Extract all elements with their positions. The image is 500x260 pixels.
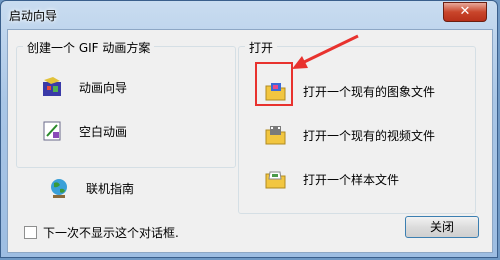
window-close-button[interactable]: ✕	[443, 2, 487, 22]
dialog-client-area: 创建一个 GIF 动画方案 动画向导 空白动画 联机指南 打开 打开一个现有的图…	[7, 29, 493, 253]
blank-animation-icon	[41, 120, 63, 142]
online-guide-item[interactable]: 联机指南	[48, 174, 134, 202]
animation-wizard-item[interactable]: 动画向导	[41, 73, 127, 101]
dont-show-again-label: 下一次不显示这个对话框.	[43, 226, 179, 240]
create-group-legend: 创建一个 GIF 动画方案	[23, 39, 155, 56]
open-video-label: 打开一个现有的视频文件	[303, 128, 436, 143]
sample-folder-icon	[265, 168, 287, 190]
dont-show-again-checkbox[interactable]: 下一次不显示这个对话框.	[24, 224, 179, 241]
video-folder-icon	[265, 124, 287, 146]
animation-wizard-icon	[41, 76, 63, 98]
checkbox-box[interactable]	[24, 226, 37, 239]
close-button[interactable]: 关闭	[405, 216, 479, 238]
blank-animation-item[interactable]: 空白动画	[41, 117, 127, 145]
title-bar[interactable]: 启动向导 ✕	[1, 1, 497, 29]
dialog-window: 启动向导 ✕ 创建一个 GIF 动画方案 动画向导 空白动画 联机指南 打开 打…	[0, 0, 498, 258]
create-animation-group: 创建一个 GIF 动画方案 动画向导 空白动画	[16, 39, 236, 168]
globe-icon	[48, 177, 70, 199]
open-sample-label: 打开一个样本文件	[303, 172, 400, 187]
window-title: 启动向导	[9, 9, 58, 23]
open-video-item[interactable]: 打开一个现有的视频文件	[265, 121, 435, 149]
open-sample-item[interactable]: 打开一个样本文件	[265, 165, 399, 193]
blank-animation-label: 空白动画	[79, 124, 128, 139]
open-image-label: 打开一个现有的图象文件	[303, 84, 436, 99]
online-guide-label: 联机指南	[86, 181, 135, 196]
animation-wizard-label: 动画向导	[79, 80, 128, 95]
open-group-legend: 打开	[245, 39, 278, 56]
annotation-highlight-box	[255, 62, 293, 106]
